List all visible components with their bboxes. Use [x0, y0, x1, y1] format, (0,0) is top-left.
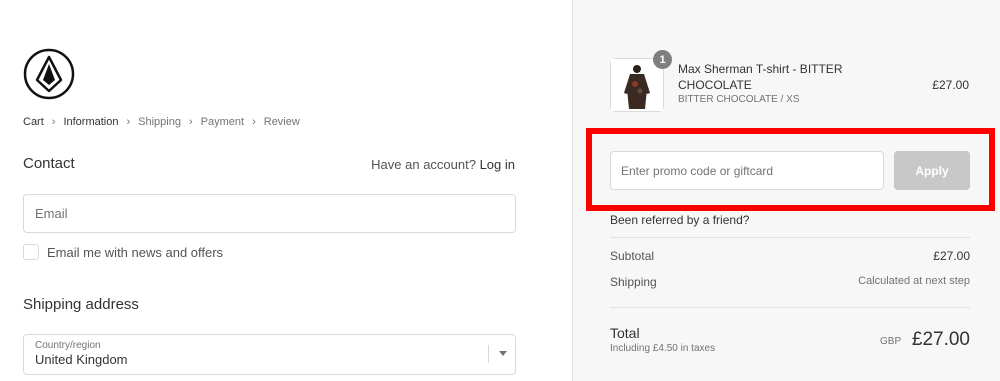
have-account-text: Have an account? Log in	[371, 157, 515, 172]
subtotal-label: Subtotal	[610, 249, 655, 263]
newsletter-checkbox[interactable]	[23, 244, 39, 260]
quantity-badge: 1	[653, 50, 672, 69]
breadcrumb: Cart › Information › Shipping › Payment …	[23, 116, 300, 128]
apply-button[interactable]: Apply	[894, 151, 970, 190]
chevron-down-icon	[499, 351, 507, 356]
contact-heading: Contact	[23, 155, 75, 172]
login-link[interactable]: Log in	[480, 157, 515, 172]
have-account-label: Have an account?	[371, 157, 476, 172]
product-variant: BITTER CHOCOLATE / XS	[678, 94, 800, 105]
divider	[610, 307, 970, 308]
total-label: Total	[610, 325, 640, 341]
tshirt-model-image-icon	[611, 59, 663, 111]
subtotal-value: £27.00	[933, 249, 970, 263]
chevron-right-icon: ›	[188, 116, 193, 128]
newsletter-option[interactable]: Email me with news and offers	[23, 244, 223, 260]
breadcrumb-information: Information	[63, 116, 119, 128]
referral-link[interactable]: Been referred by a friend?	[610, 213, 749, 227]
divider	[610, 237, 970, 238]
shipping-label: Shipping	[610, 275, 657, 289]
chevron-right-icon: ›	[51, 116, 56, 128]
breadcrumb-cart[interactable]: Cart	[23, 116, 44, 128]
product-name: Max Sherman T-shirt - BITTER CHOCOLATE	[678, 62, 843, 92]
country-value: United Kingdom	[35, 352, 128, 367]
email-placeholder: Email	[35, 206, 68, 221]
currency-code: GBP	[880, 336, 902, 347]
breadcrumb-payment: Payment	[200, 116, 245, 128]
volcom-logo-icon[interactable]	[23, 48, 75, 100]
promo-placeholder: Enter promo code or giftcard	[621, 163, 774, 178]
shipping-value: Calculated at next step	[858, 275, 970, 287]
total-amount: £27.00	[911, 329, 970, 350]
product-price: £27.00	[932, 78, 969, 92]
shipping-address-heading: Shipping address	[23, 296, 139, 313]
select-divider	[488, 345, 489, 363]
breadcrumb-shipping: Shipping	[138, 116, 181, 128]
newsletter-label: Email me with news and offers	[47, 244, 224, 260]
email-field[interactable]: Email	[23, 194, 516, 233]
checkout-main: Cart › Information › Shipping › Payment …	[0, 0, 572, 381]
breadcrumb-review: Review	[263, 116, 300, 128]
chevron-right-icon: ›	[252, 116, 256, 128]
country-label: Country/region	[35, 340, 101, 351]
tax-note: Including £4.50 in taxes	[610, 343, 716, 354]
promo-code-input[interactable]: Enter promo code or giftcard	[610, 151, 884, 190]
product-thumbnail: 1	[610, 50, 672, 112]
chevron-right-icon: ›	[126, 116, 131, 128]
country-select[interactable]: Country/region United Kingdom	[23, 334, 516, 375]
